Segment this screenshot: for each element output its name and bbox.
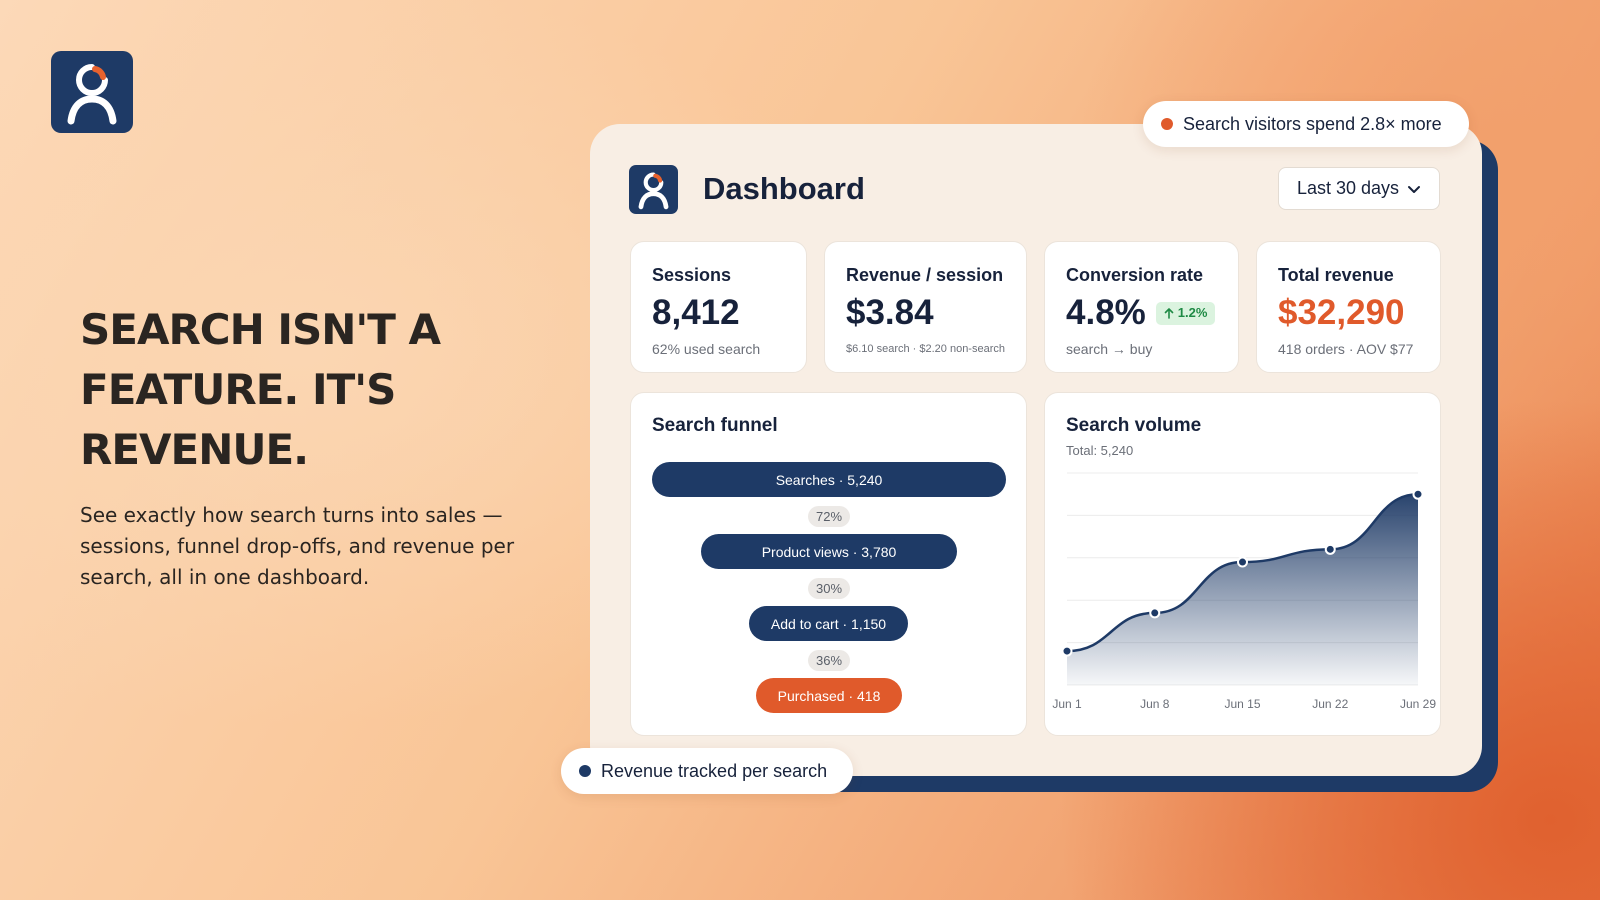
kpi-value: 8,412	[652, 293, 740, 332]
x-tick-label: Jun 22	[1312, 697, 1348, 711]
x-tick-label: Jun 8	[1140, 697, 1170, 711]
funnel-conversion: 36%	[808, 650, 850, 671]
funnel-step-searches: Searches · 5,240	[652, 462, 1006, 497]
kpi-card-conversion-rate: Conversion rate 4.8% 1.2% search → buy	[1044, 241, 1239, 373]
delta-badge: 1.2%	[1155, 301, 1216, 325]
search-volume-chart: Jun 1 Jun 8 Jun 15 Jun 22 Jun 29	[1052, 472, 1436, 711]
kpi-note: $6.10 search · $2.20 non-search	[846, 343, 1005, 355]
panel-title: Search funnel	[652, 415, 778, 436]
kpi-label: Conversion rate	[1066, 265, 1204, 285]
search-volume-panel: Search volume Total: 5,240 Jun 1 Jun 8 Jun…	[1044, 392, 1441, 736]
kpi-card-total-revenue: Total revenue $32,290 418 orders · AOV $…	[1256, 241, 1441, 373]
kpi-label: Sessions	[652, 265, 732, 285]
kpi-value: 4.8%	[1066, 293, 1146, 332]
dashboard-logo	[629, 165, 678, 214]
chevron-down-icon	[1408, 185, 1421, 193]
arrow-up-icon	[1164, 307, 1174, 319]
x-tick-label: Jun 29	[1400, 697, 1436, 711]
data-point	[1324, 543, 1336, 555]
callout-text: Search visitors spend 2.8× more	[1183, 113, 1442, 134]
hero-headline: Search isn't a feature. It's revenue.	[80, 305, 441, 474]
callout-badge-top: Search visitors spend 2.8× more	[1143, 101, 1469, 147]
kpi-value-row: 4.8% 1.2%	[1066, 292, 1238, 334]
data-point	[1061, 645, 1073, 657]
callout-text: Revenue tracked per search	[601, 760, 828, 781]
hero-subtext: See exactly how search turns into sales …	[80, 503, 515, 589]
kpi-value: $3.84	[846, 293, 934, 332]
navy-dot-icon	[579, 765, 591, 777]
callout-badge-bottom: Revenue tracked per search	[561, 748, 853, 794]
area-fill	[1067, 494, 1418, 685]
orange-dot-icon	[1161, 118, 1173, 130]
kpi-label: Revenue / session	[846, 265, 1004, 285]
kpi-card-sessions: Sessions 8,412 62% used search	[630, 241, 807, 373]
x-tick-label: Jun 15	[1224, 697, 1260, 711]
kpi-card-revenue-per-session: Revenue / session $3.84 $6.10 search · $…	[824, 241, 1027, 373]
data-point	[1412, 488, 1424, 500]
kpi-note: search → buy	[1066, 341, 1153, 357]
date-range-select[interactable]: Last 30 days	[1278, 167, 1440, 210]
funnel-step-product-views: Product views · 3,780	[701, 534, 957, 569]
kpi-value: $32,290	[1278, 293, 1405, 332]
data-point	[1237, 556, 1248, 568]
funnel-step-purchased: Purchased · 418	[756, 678, 902, 713]
dashboard-title: Dashboard	[703, 171, 865, 206]
data-point	[1149, 607, 1161, 619]
funnel-step-add-to-cart: Add to cart · 1,150	[749, 606, 908, 641]
brand-logo	[51, 51, 133, 133]
kpi-label: Total revenue	[1278, 265, 1394, 285]
funnel-conversion: 30%	[808, 578, 850, 599]
date-range-label: Last 30 days	[1296, 178, 1400, 198]
delta-value: 1.2%	[1177, 305, 1208, 320]
x-tick-label: Jun 1	[1052, 697, 1082, 711]
kpi-note: 62% used search	[652, 341, 761, 357]
funnel-conversion: 72%	[808, 506, 850, 527]
kpi-note: 418 orders · AOV $77	[1278, 341, 1414, 357]
search-funnel-panel: Search funnel Searches · 5,240 72% Produ…	[630, 392, 1027, 736]
